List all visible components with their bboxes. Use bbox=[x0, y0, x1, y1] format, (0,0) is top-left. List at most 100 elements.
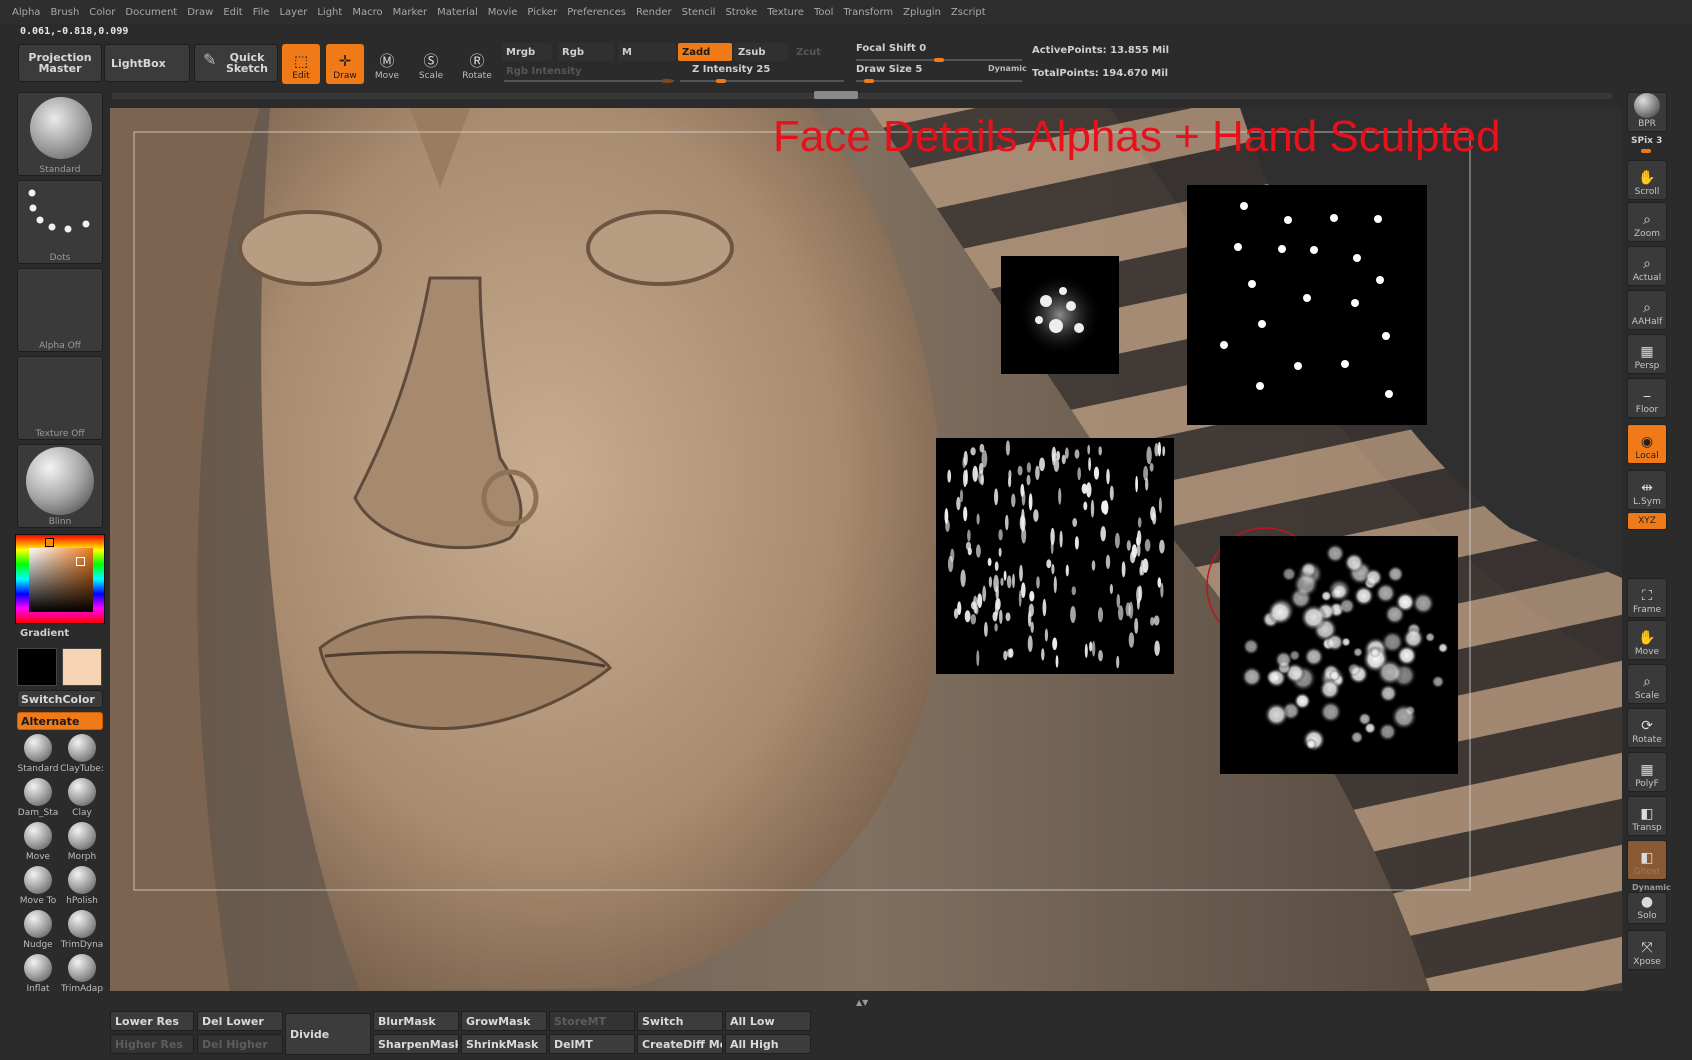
growmask-button[interactable]: GrowMask bbox=[461, 1011, 547, 1031]
tool-xpose[interactable]: ⤧ Xpose bbox=[1627, 930, 1667, 970]
shrinkmask-button[interactable]: ShrinkMask bbox=[461, 1034, 547, 1054]
zcut-toggle[interactable]: Zcut bbox=[792, 43, 842, 61]
del-higher-button[interactable]: Del Higher bbox=[197, 1034, 283, 1054]
texture-thumbnail[interactable]: Texture Off bbox=[17, 356, 103, 440]
brush-trimadap[interactable]: TrimAdap bbox=[61, 954, 103, 998]
mrgb-toggle[interactable]: Mrgb bbox=[502, 43, 552, 61]
menu-preferences[interactable]: Preferences bbox=[567, 7, 626, 18]
spix-knob[interactable] bbox=[1641, 149, 1651, 153]
tool-move[interactable]: ✋ Move bbox=[1627, 620, 1667, 660]
rgb-toggle[interactable]: Rgb bbox=[558, 43, 614, 61]
draw-size-knob[interactable] bbox=[864, 79, 874, 83]
brush-standard[interactable]: Standard bbox=[18, 734, 58, 778]
all-high-button[interactable]: All High bbox=[725, 1034, 811, 1054]
rgb-intensity-slider[interactable]: Rgb Intensity bbox=[502, 62, 674, 80]
tool-solo[interactable]: ● Solo bbox=[1627, 892, 1667, 924]
tool-frame[interactable]: ⛶ Frame bbox=[1627, 578, 1667, 618]
menu-alpha[interactable]: Alpha bbox=[12, 7, 40, 18]
all-low-button[interactable]: All Low bbox=[725, 1011, 811, 1031]
menu-color[interactable]: Color bbox=[89, 7, 115, 18]
projection-master-button[interactable]: Projection Master bbox=[18, 44, 102, 82]
menu-draw[interactable]: Draw bbox=[187, 7, 213, 18]
tool-polyf[interactable]: ▦ PolyF bbox=[1627, 752, 1667, 792]
move-mode-button[interactable]: Ⓜ Move bbox=[368, 44, 406, 84]
brush-dam-sta[interactable]: Dam_Sta bbox=[18, 778, 58, 822]
scale-mode-button[interactable]: Ⓢ Scale bbox=[412, 44, 450, 84]
tool-l-sym[interactable]: ⇹ L.Sym bbox=[1627, 470, 1667, 510]
bpr-button[interactable]: BPR bbox=[1627, 92, 1667, 132]
rotate-mode-button[interactable]: Ⓡ Rotate bbox=[458, 44, 496, 84]
lower-res-button[interactable]: Lower Res bbox=[110, 1011, 194, 1031]
menu-marker[interactable]: Marker bbox=[393, 7, 428, 18]
draw-mode-button[interactable]: ✛ Draw bbox=[326, 44, 364, 84]
top-scroll-handle[interactable] bbox=[814, 91, 858, 99]
brush-inflat[interactable]: Inflat bbox=[18, 954, 58, 998]
z-intensity-knob[interactable] bbox=[716, 79, 726, 83]
tool-rotate[interactable]: ⟳ Rotate bbox=[1627, 708, 1667, 748]
dynamic-solo-label[interactable]: Dynamic bbox=[1632, 883, 1671, 892]
brush-trimdyna[interactable]: TrimDyna bbox=[61, 910, 103, 954]
brush-move[interactable]: Move bbox=[18, 822, 58, 866]
menu-material[interactable]: Material bbox=[437, 7, 478, 18]
tool-transp[interactable]: ◧ Transp bbox=[1627, 796, 1667, 836]
secondary-color-swatch[interactable] bbox=[62, 648, 102, 686]
brush-morph[interactable]: Morph bbox=[62, 822, 102, 866]
creatediff-button[interactable]: CreateDiff Me bbox=[637, 1034, 723, 1054]
menu-tool[interactable]: Tool bbox=[814, 7, 833, 18]
menu-movie[interactable]: Movie bbox=[488, 7, 518, 18]
quick-sketch-button[interactable]: ✎ Quick Sketch bbox=[194, 44, 278, 82]
switchcolor-button[interactable]: SwitchColor bbox=[17, 690, 103, 708]
tool-scale[interactable]: ⌕ Scale bbox=[1627, 664, 1667, 704]
shade-marker[interactable] bbox=[76, 557, 85, 566]
menu-render[interactable]: Render bbox=[636, 7, 672, 18]
tool-zoom[interactable]: ⌕ Zoom bbox=[1627, 202, 1667, 242]
tool-actual[interactable]: ⌕ Actual bbox=[1627, 246, 1667, 286]
bottom-collapse-arrows[interactable]: ▲▼ bbox=[856, 998, 876, 1007]
menu-macro[interactable]: Macro bbox=[352, 7, 382, 18]
delmt-button[interactable]: DelMT bbox=[549, 1034, 635, 1054]
tool-floor[interactable]: ⎯ Floor bbox=[1627, 378, 1667, 418]
color-picker[interactable] bbox=[15, 534, 105, 624]
menu-layer[interactable]: Layer bbox=[279, 7, 307, 18]
brush-nudge[interactable]: Nudge bbox=[18, 910, 58, 954]
main-color-swatch[interactable] bbox=[17, 648, 57, 686]
tool-scroll[interactable]: ✋ Scroll bbox=[1627, 160, 1667, 200]
tool-aahalf[interactable]: ⌕ AAHalf bbox=[1627, 290, 1667, 330]
menu-texture[interactable]: Texture bbox=[767, 7, 804, 18]
menu-stroke[interactable]: Stroke bbox=[725, 7, 757, 18]
tool-local[interactable]: ◉ Local bbox=[1627, 424, 1667, 464]
menu-picker[interactable]: Picker bbox=[527, 7, 557, 18]
alpha-thumbnail[interactable]: Alpha Off bbox=[17, 268, 103, 352]
gradient-label[interactable]: Gradient bbox=[20, 628, 69, 639]
dynamic-toggle[interactable]: Dynamic bbox=[988, 64, 1027, 73]
brush-thumbnail[interactable]: Standard bbox=[17, 92, 103, 176]
brush-clay[interactable]: Clay bbox=[62, 778, 102, 822]
higher-res-button[interactable]: Higher Res bbox=[110, 1034, 194, 1054]
lightbox-button[interactable]: LightBox bbox=[104, 44, 190, 82]
tool-xyz[interactable]: XYZ bbox=[1627, 512, 1667, 530]
menu-edit[interactable]: Edit bbox=[223, 7, 242, 18]
storemt-button[interactable]: StoreMT bbox=[549, 1011, 635, 1031]
brush-move-to[interactable]: Move To bbox=[18, 866, 58, 910]
edit-mode-button[interactable]: ⬚ Edit bbox=[282, 44, 320, 84]
stroke-thumbnail[interactable]: Dots bbox=[17, 180, 103, 264]
m-toggle[interactable]: M bbox=[618, 43, 676, 61]
tool-persp[interactable]: ▦ Persp bbox=[1627, 334, 1667, 374]
menu-transform[interactable]: Transform bbox=[843, 7, 893, 18]
canvas-viewport[interactable] bbox=[110, 108, 1622, 991]
menu-zscript[interactable]: Zscript bbox=[951, 7, 986, 18]
material-thumbnail[interactable]: Blinn bbox=[17, 444, 103, 528]
divide-button[interactable]: Divide bbox=[285, 1013, 371, 1055]
hue-marker[interactable] bbox=[45, 538, 54, 547]
menu-zplugin[interactable]: Zplugin bbox=[903, 7, 941, 18]
spix-label[interactable]: SPix 3 bbox=[1631, 136, 1662, 146]
menu-file[interactable]: File bbox=[253, 7, 270, 18]
menu-document[interactable]: Document bbox=[125, 7, 177, 18]
rgb-intensity-knob[interactable] bbox=[662, 79, 672, 83]
brush-claytube[interactable]: ClayTube: bbox=[60, 734, 104, 778]
zsub-toggle[interactable]: Zsub bbox=[734, 43, 788, 61]
brush-hpolish[interactable]: hPolish bbox=[62, 866, 102, 910]
blurmask-button[interactable]: BlurMask bbox=[373, 1011, 459, 1031]
focal-shift-knob[interactable] bbox=[934, 58, 944, 62]
tool-ghost[interactable]: ◧ Ghost bbox=[1627, 840, 1667, 880]
